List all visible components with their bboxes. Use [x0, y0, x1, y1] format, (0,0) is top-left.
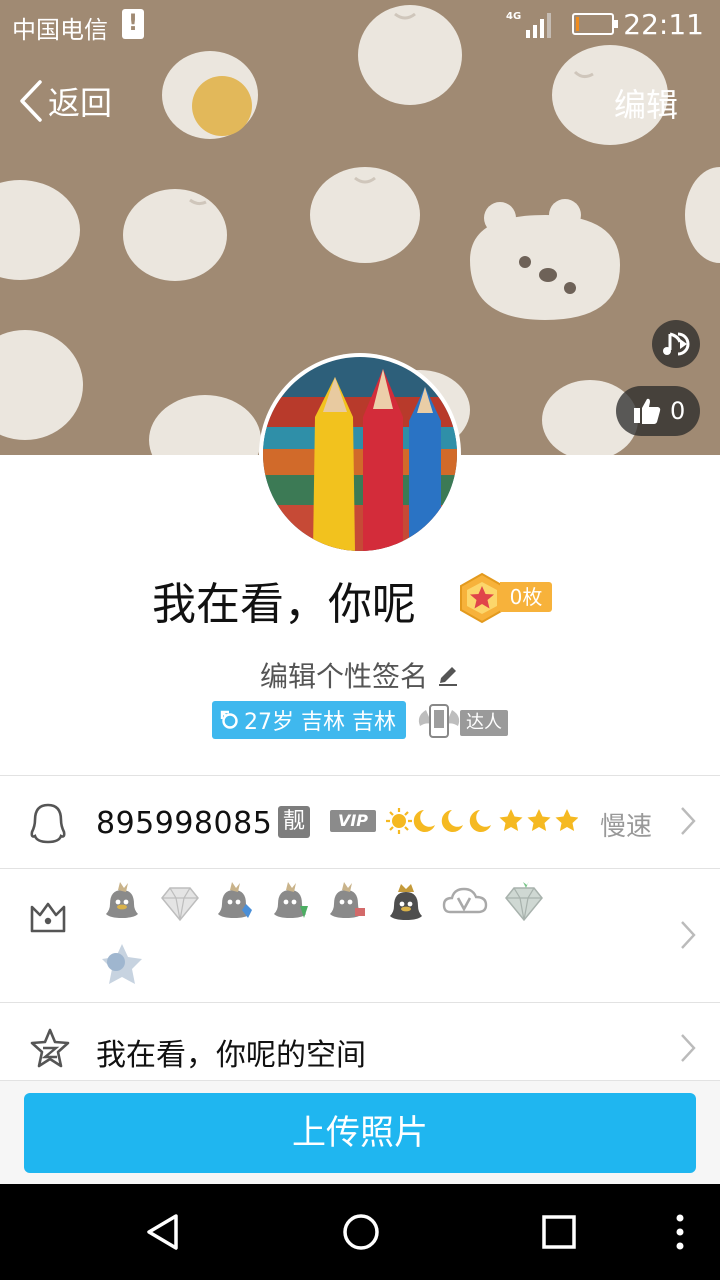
sun-icon	[386, 808, 412, 834]
like-count: 0	[670, 397, 686, 425]
bottom-action-bar: 上传照片	[0, 1080, 720, 1184]
qzone-title: 我在看，你呢的空间	[96, 1038, 366, 1073]
nav-recents-button[interactable]	[526, 1184, 592, 1280]
square-recents-icon	[542, 1215, 576, 1249]
alert-icon: !	[122, 9, 144, 39]
music-note-icon	[663, 332, 690, 356]
level-icons	[386, 806, 578, 836]
daren-label: 达人	[460, 710, 508, 736]
back-label: 返回	[48, 84, 113, 122]
nav-menu-button[interactable]	[660, 1184, 700, 1280]
penguin-badge-icon[interactable]	[96, 878, 148, 930]
moon-icon	[441, 810, 463, 832]
pencil-icon	[439, 667, 458, 686]
crown-icon	[30, 902, 66, 933]
penguin-gift-badge-icon[interactable]	[322, 878, 374, 930]
network-type-label: 4G	[506, 11, 521, 22]
penguin-blue-badge-icon[interactable]	[210, 878, 262, 930]
avatar[interactable]	[259, 353, 461, 555]
penguin-crown-badge-icon[interactable]	[380, 878, 432, 930]
medal-icon[interactable]	[458, 572, 506, 624]
upload-photo-button[interactable]: 上传照片	[24, 1093, 696, 1173]
edit-signature-button[interactable]: 编辑个性签名	[260, 655, 460, 695]
age-location-label: 27岁 吉林 吉林	[244, 710, 396, 735]
signal-icon: 4G	[506, 11, 551, 38]
like-button[interactable]: 0	[616, 386, 700, 436]
blue-star-badge-icon[interactable]	[96, 940, 148, 992]
nickname-row: 我在看，你呢 0枚	[0, 568, 720, 630]
vip-badge: VIP	[330, 810, 376, 832]
penguin-green-badge-icon[interactable]	[266, 878, 318, 930]
diamond-badge-icon[interactable]	[154, 878, 206, 930]
chevron-right-icon	[681, 921, 696, 949]
clock: 22:11	[623, 8, 704, 41]
chevron-left-icon	[20, 80, 42, 122]
medal-count: 0枚	[500, 582, 552, 612]
moon-icon	[413, 810, 435, 832]
penguin-icon	[30, 803, 66, 844]
carrier-label: 中国电信	[12, 16, 108, 44]
signature-label: 编辑个性签名	[260, 660, 429, 693]
status-bar: 中国电信 ! 4G 22:11	[0, 0, 720, 52]
liang-badge: 靓	[278, 806, 310, 838]
star-icon	[499, 809, 523, 831]
age-location-tag: 27岁 吉林 吉林	[212, 701, 406, 739]
nav-home-button[interactable]	[328, 1184, 394, 1280]
male-gender-icon	[220, 710, 238, 729]
music-button[interactable]	[652, 320, 700, 368]
nickname: 我在看，你呢	[152, 579, 416, 630]
triangle-back-icon	[147, 1214, 178, 1250]
cloud-v-badge-icon[interactable]	[440, 878, 492, 930]
chevron-right-icon	[681, 1034, 696, 1062]
qq-number: 895998085	[96, 806, 273, 841]
profile-screen: 中国电信 ! 4G 22:11 返回 编辑 0 我在看，你呢 0枚 编辑个性签名…	[0, 0, 720, 1280]
thumbs-up-icon	[634, 398, 661, 424]
battery-icon	[572, 13, 618, 35]
chevron-right-icon	[681, 807, 696, 835]
star-icon	[555, 809, 578, 831]
moon-icon	[469, 810, 491, 832]
star-icon	[527, 809, 551, 831]
qzone-star-icon	[30, 1028, 70, 1068]
back-button[interactable]: 返回	[18, 78, 112, 124]
edit-button[interactable]: 编辑	[614, 80, 678, 126]
green-diamond-badge-icon[interactable]	[498, 878, 550, 930]
avatar-pencils-image	[263, 357, 457, 551]
system-nav-bar	[0, 1184, 720, 1280]
circle-home-icon	[343, 1214, 379, 1250]
more-vertical-icon	[676, 1214, 684, 1250]
speed-label: 慢速	[600, 812, 653, 842]
nav-back-button[interactable]	[130, 1184, 196, 1280]
